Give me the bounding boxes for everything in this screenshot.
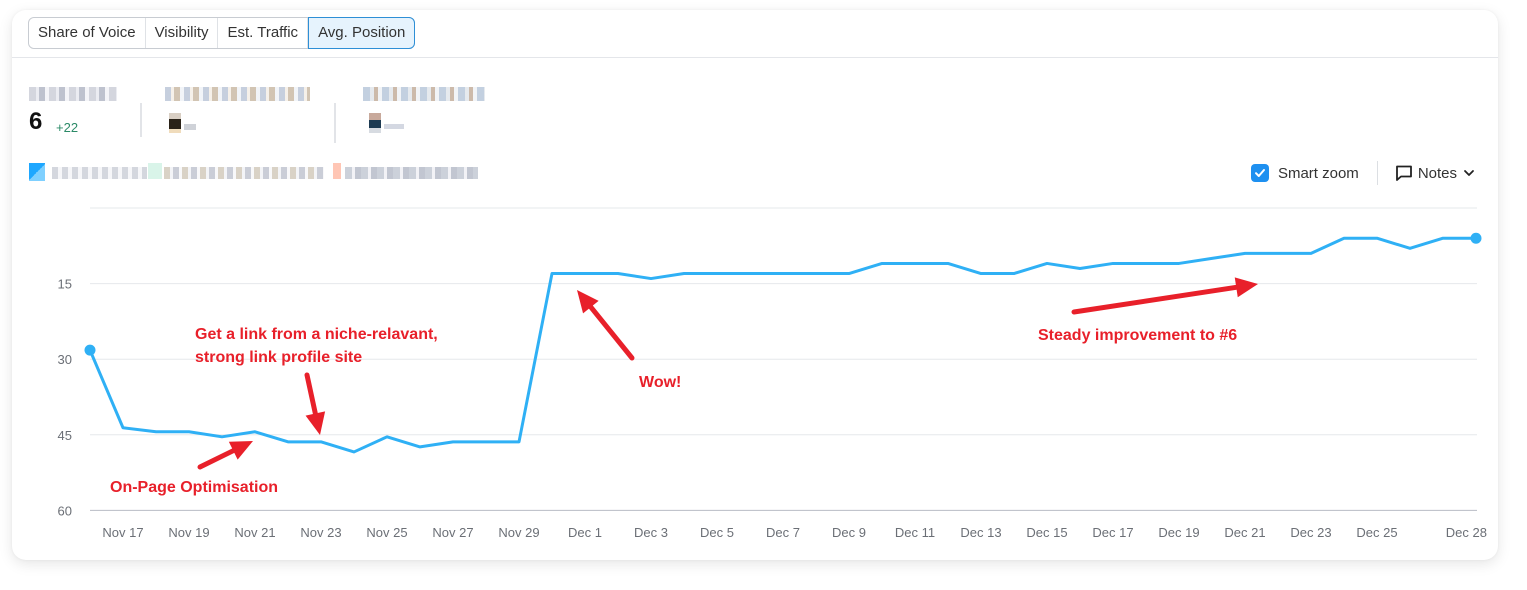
- arrow-head: [305, 411, 326, 435]
- x-tick-label: Nov 19: [168, 525, 209, 540]
- series-line: [88, 236, 1476, 454]
- x-tick-label: Dec 15: [1026, 525, 1067, 540]
- arrow-shaft: [197, 448, 236, 470]
- x-tick-label: Nov 23: [300, 525, 341, 540]
- x-tick-label: Dec 23: [1290, 525, 1331, 540]
- x-tick-label: Nov 29: [498, 525, 539, 540]
- annotation-arrow-wow: [577, 290, 635, 361]
- y-tick-label: 60: [58, 503, 72, 518]
- position-line-chart: 15 30 45 60 Nov 17 Nov 19 Nov 21 Nov 23 Nov 25 N…: [58, 207, 1487, 540]
- arrow-shaft: [588, 304, 635, 361]
- annotation-link-line1: Get a link from a niche-relavant,: [195, 326, 438, 343]
- x-tick-label: Dec 21: [1224, 525, 1265, 540]
- y-tick-label: 45: [58, 428, 72, 443]
- arrow-shaft: [304, 372, 318, 416]
- annotation-link-line2: strong link profile site: [195, 349, 362, 366]
- endpoint-marker: [1470, 232, 1482, 244]
- x-tick-label: Dec 7: [766, 525, 800, 540]
- annotation-arrow-link: [304, 372, 326, 435]
- annotation-arrow-steady: [1071, 277, 1258, 315]
- x-tick-label: Dec 25: [1356, 525, 1397, 540]
- x-tick-label: Dec 17: [1092, 525, 1133, 540]
- x-tick-label: Dec 28: [1446, 525, 1487, 540]
- x-tick-label: Nov 21: [234, 525, 275, 540]
- x-tick-label: Dec 13: [960, 525, 1001, 540]
- y-tick-label: 15: [58, 277, 72, 292]
- x-tick-label: Nov 25: [366, 525, 407, 540]
- x-tick-label: Nov 27: [432, 525, 473, 540]
- arrow-head: [1234, 277, 1258, 298]
- annotation-wow: Wow!: [639, 374, 681, 391]
- endpoint-marker: [84, 344, 96, 356]
- x-tick-label: Dec 1: [568, 525, 602, 540]
- arrow-shaft: [1071, 284, 1239, 315]
- annotation-steady: Steady improvement to #6: [1038, 327, 1237, 344]
- x-tick-label: Dec 3: [634, 525, 668, 540]
- x-tick-label: Dec 9: [832, 525, 866, 540]
- annotation-arrow-onpage: [197, 441, 253, 470]
- x-tick-label: Nov 17: [102, 525, 143, 540]
- x-tick-label: Dec 11: [895, 525, 935, 540]
- x-tick-label: Dec 5: [700, 525, 734, 540]
- y-tick-label: 30: [58, 352, 72, 367]
- annotation-onpage: On-Page Optimisation: [110, 479, 278, 496]
- x-tick-label: Dec 19: [1158, 525, 1199, 540]
